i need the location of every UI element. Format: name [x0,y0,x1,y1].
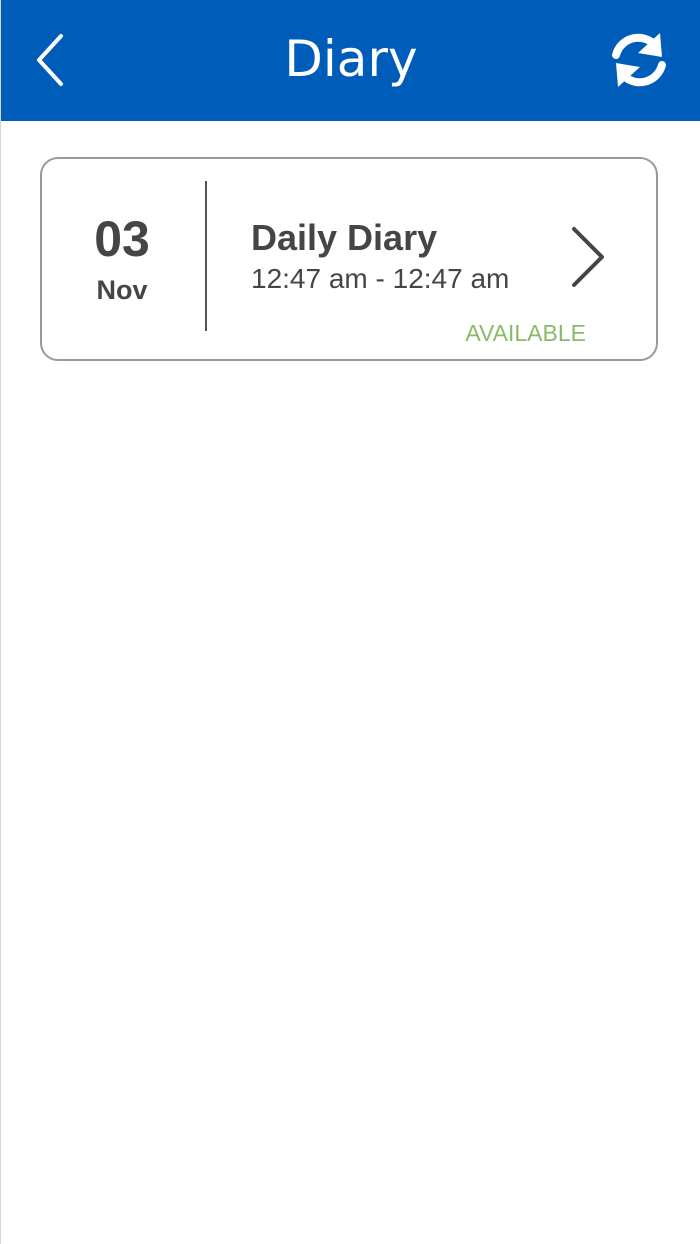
card-divider [205,181,207,331]
open-entry-button[interactable] [568,225,608,289]
refresh-button[interactable] [603,24,675,96]
diary-list: 03 Nov Daily Diary 12:47 am - 12:47 am A… [1,121,700,1244]
entry-date-month: Nov [96,275,148,305]
refresh-icon [612,33,666,87]
entry-time-range: 12:47 am - 12:47 am [251,263,510,294]
chevron-right-icon [572,227,604,287]
entry-title: Daily Diary [251,217,438,258]
entry-date-day: 03 [94,211,150,267]
diary-entry-card[interactable]: 03 Nov Daily Diary 12:47 am - 12:47 am A… [40,157,658,361]
diary-screen: Diary 03 Nov Daily Diary 12:47 am - 12:4… [0,0,700,1244]
status-badge: AVAILABLE [465,320,586,346]
app-header: Diary [1,0,700,121]
page-title: Diary [284,30,418,88]
